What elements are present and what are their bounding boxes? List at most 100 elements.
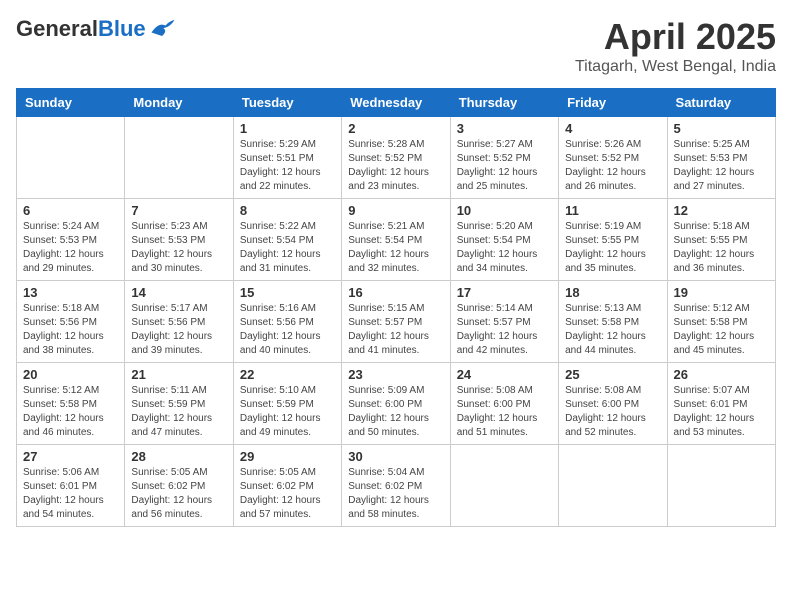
day-number: 17 <box>457 285 552 300</box>
day-info: Sunrise: 5:04 AM Sunset: 6:02 PM Dayligh… <box>348 466 443 522</box>
title-block: April 2025 Titagarh, West Bengal, India <box>575 16 776 76</box>
logo-blue-text: Blue <box>98 16 146 42</box>
calendar-cell: 25 Sunrise: 5:08 AM Sunset: 6:00 PM Dayli… <box>559 363 667 445</box>
day-number: 4 <box>565 121 660 136</box>
calendar-cell: 27 Sunrise: 5:06 AM Sunset: 6:01 PM Dayli… <box>17 445 125 527</box>
calendar-cell <box>450 445 558 527</box>
day-info: Sunrise: 5:18 AM Sunset: 5:56 PM Dayligh… <box>23 302 118 358</box>
day-number: 30 <box>348 449 443 464</box>
day-number: 16 <box>348 285 443 300</box>
calendar-cell: 23 Sunrise: 5:09 AM Sunset: 6:00 PM Dayli… <box>342 363 450 445</box>
day-info: Sunrise: 5:08 AM Sunset: 6:00 PM Dayligh… <box>565 384 660 440</box>
calendar-cell: 3Sunrise: 5:27 AM Sunset: 5:52 PM Daylig… <box>450 117 558 199</box>
day-number: 10 <box>457 203 552 218</box>
day-info: Sunrise: 5:19 AM Sunset: 5:55 PM Dayligh… <box>565 220 660 276</box>
logo-general-text: General <box>16 16 98 42</box>
calendar-cell: 29 Sunrise: 5:05 AM Sunset: 6:02 PM Dayli… <box>233 445 341 527</box>
calendar-cell: 4Sunrise: 5:26 AM Sunset: 5:52 PM Daylig… <box>559 117 667 199</box>
day-number: 25 <box>565 367 660 382</box>
weekday-header-row: SundayMondayTuesdayWednesdayThursdayFrid… <box>17 89 776 117</box>
weekday-header-thursday: Thursday <box>450 89 558 117</box>
day-number: 11 <box>565 203 660 218</box>
day-info: Sunrise: 5:05 AM Sunset: 6:02 PM Dayligh… <box>240 466 335 522</box>
day-number: 19 <box>674 285 769 300</box>
logo-bird-icon <box>148 18 176 40</box>
calendar-cell: 16 Sunrise: 5:15 AM Sunset: 5:57 PM Dayli… <box>342 281 450 363</box>
week-row-4: 20 Sunrise: 5:12 AM Sunset: 5:58 PM Dayli… <box>17 363 776 445</box>
calendar-cell: 8Sunrise: 5:22 AM Sunset: 5:54 PM Daylig… <box>233 199 341 281</box>
day-number: 29 <box>240 449 335 464</box>
day-info: Sunrise: 5:12 AM Sunset: 5:58 PM Dayligh… <box>674 302 769 358</box>
day-number: 23 <box>348 367 443 382</box>
calendar-cell: 30 Sunrise: 5:04 AM Sunset: 6:02 PM Dayli… <box>342 445 450 527</box>
day-number: 1 <box>240 121 335 136</box>
day-info: Sunrise: 5:16 AM Sunset: 5:56 PM Dayligh… <box>240 302 335 358</box>
day-number: 15 <box>240 285 335 300</box>
weekday-header-tuesday: Tuesday <box>233 89 341 117</box>
day-number: 8 <box>240 203 335 218</box>
calendar-cell: 21Sunrise: 5:11 AM Sunset: 5:59 PM Dayli… <box>125 363 233 445</box>
calendar-cell: 9 Sunrise: 5:21 AM Sunset: 5:54 PM Daylig… <box>342 199 450 281</box>
day-number: 7 <box>131 203 226 218</box>
calendar-cell: 6Sunrise: 5:24 AM Sunset: 5:53 PM Daylig… <box>17 199 125 281</box>
day-info: Sunrise: 5:17 AM Sunset: 5:56 PM Dayligh… <box>131 302 226 358</box>
calendar-cell: 19 Sunrise: 5:12 AM Sunset: 5:58 PM Dayli… <box>667 281 775 363</box>
weekday-header-sunday: Sunday <box>17 89 125 117</box>
day-info: Sunrise: 5:10 AM Sunset: 5:59 PM Dayligh… <box>240 384 335 440</box>
calendar-subtitle: Titagarh, West Bengal, India <box>575 58 776 76</box>
day-info: Sunrise: 5:25 AM Sunset: 5:53 PM Dayligh… <box>674 138 769 194</box>
day-number: 27 <box>23 449 118 464</box>
calendar-cell: 13Sunrise: 5:18 AM Sunset: 5:56 PM Dayli… <box>17 281 125 363</box>
day-info: Sunrise: 5:24 AM Sunset: 5:53 PM Dayligh… <box>23 220 118 276</box>
day-number: 18 <box>565 285 660 300</box>
day-info: Sunrise: 5:12 AM Sunset: 5:58 PM Dayligh… <box>23 384 118 440</box>
calendar-cell <box>17 117 125 199</box>
calendar-table: SundayMondayTuesdayWednesdayThursdayFrid… <box>16 88 776 527</box>
calendar-cell: 7 Sunrise: 5:23 AM Sunset: 5:53 PM Daylig… <box>125 199 233 281</box>
day-number: 22 <box>240 367 335 382</box>
day-number: 28 <box>131 449 226 464</box>
page-header: GeneralBlue April 2025 Titagarh, West Be… <box>16 16 776 76</box>
day-info: Sunrise: 5:09 AM Sunset: 6:00 PM Dayligh… <box>348 384 443 440</box>
weekday-header-friday: Friday <box>559 89 667 117</box>
calendar-cell <box>125 117 233 199</box>
calendar-cell <box>667 445 775 527</box>
calendar-cell: 12Sunrise: 5:18 AM Sunset: 5:55 PM Dayli… <box>667 199 775 281</box>
day-info: Sunrise: 5:21 AM Sunset: 5:54 PM Dayligh… <box>348 220 443 276</box>
day-info: Sunrise: 5:28 AM Sunset: 5:52 PM Dayligh… <box>348 138 443 194</box>
day-number: 2 <box>348 121 443 136</box>
calendar-cell: 24Sunrise: 5:08 AM Sunset: 6:00 PM Dayli… <box>450 363 558 445</box>
calendar-cell: 10Sunrise: 5:20 AM Sunset: 5:54 PM Dayli… <box>450 199 558 281</box>
week-row-3: 13Sunrise: 5:18 AM Sunset: 5:56 PM Dayli… <box>17 281 776 363</box>
day-info: Sunrise: 5:06 AM Sunset: 6:01 PM Dayligh… <box>23 466 118 522</box>
calendar-cell: 2 Sunrise: 5:28 AM Sunset: 5:52 PM Daylig… <box>342 117 450 199</box>
logo: GeneralBlue <box>16 16 176 42</box>
day-info: Sunrise: 5:14 AM Sunset: 5:57 PM Dayligh… <box>457 302 552 358</box>
day-info: Sunrise: 5:15 AM Sunset: 5:57 PM Dayligh… <box>348 302 443 358</box>
day-info: Sunrise: 5:07 AM Sunset: 6:01 PM Dayligh… <box>674 384 769 440</box>
calendar-title: April 2025 <box>575 16 776 58</box>
calendar-cell: 5 Sunrise: 5:25 AM Sunset: 5:53 PM Daylig… <box>667 117 775 199</box>
day-number: 9 <box>348 203 443 218</box>
calendar-cell: 28 Sunrise: 5:05 AM Sunset: 6:02 PM Dayli… <box>125 445 233 527</box>
day-info: Sunrise: 5:23 AM Sunset: 5:53 PM Dayligh… <box>131 220 226 276</box>
day-info: Sunrise: 5:18 AM Sunset: 5:55 PM Dayligh… <box>674 220 769 276</box>
day-number: 26 <box>674 367 769 382</box>
calendar-cell: 14 Sunrise: 5:17 AM Sunset: 5:56 PM Dayli… <box>125 281 233 363</box>
weekday-header-wednesday: Wednesday <box>342 89 450 117</box>
calendar-cell: 18Sunrise: 5:13 AM Sunset: 5:58 PM Dayli… <box>559 281 667 363</box>
day-info: Sunrise: 5:11 AM Sunset: 5:59 PM Dayligh… <box>131 384 226 440</box>
day-info: Sunrise: 5:05 AM Sunset: 6:02 PM Dayligh… <box>131 466 226 522</box>
calendar-cell: 15 Sunrise: 5:16 AM Sunset: 5:56 PM Dayli… <box>233 281 341 363</box>
day-number: 20 <box>23 367 118 382</box>
day-number: 14 <box>131 285 226 300</box>
calendar-cell: 1Sunrise: 5:29 AM Sunset: 5:51 PM Daylig… <box>233 117 341 199</box>
calendar-cell: 26 Sunrise: 5:07 AM Sunset: 6:01 PM Dayli… <box>667 363 775 445</box>
calendar-cell: 22 Sunrise: 5:10 AM Sunset: 5:59 PM Dayli… <box>233 363 341 445</box>
day-number: 3 <box>457 121 552 136</box>
weekday-header-saturday: Saturday <box>667 89 775 117</box>
day-number: 5 <box>674 121 769 136</box>
calendar-cell <box>559 445 667 527</box>
calendar-cell: 17 Sunrise: 5:14 AM Sunset: 5:57 PM Dayli… <box>450 281 558 363</box>
weekday-header-monday: Monday <box>125 89 233 117</box>
